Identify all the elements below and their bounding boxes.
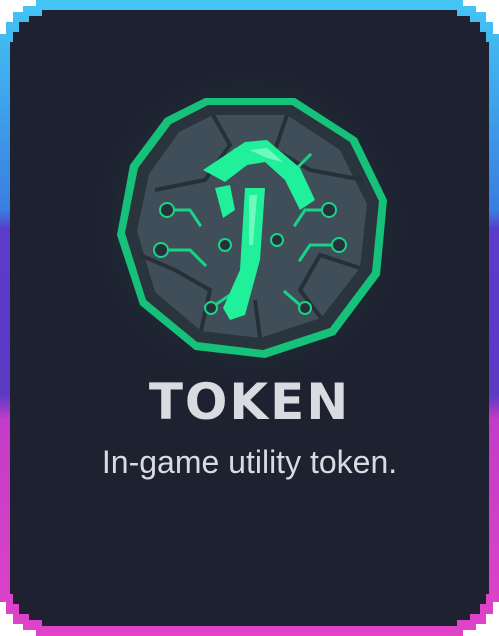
card-description: In-game utility token.: [101, 444, 398, 480]
token-card: TOKEN In-game utility token.: [0, 0, 499, 636]
card-title: TOKEN: [148, 373, 351, 431]
rune-token-coin-icon: [95, 70, 405, 380]
